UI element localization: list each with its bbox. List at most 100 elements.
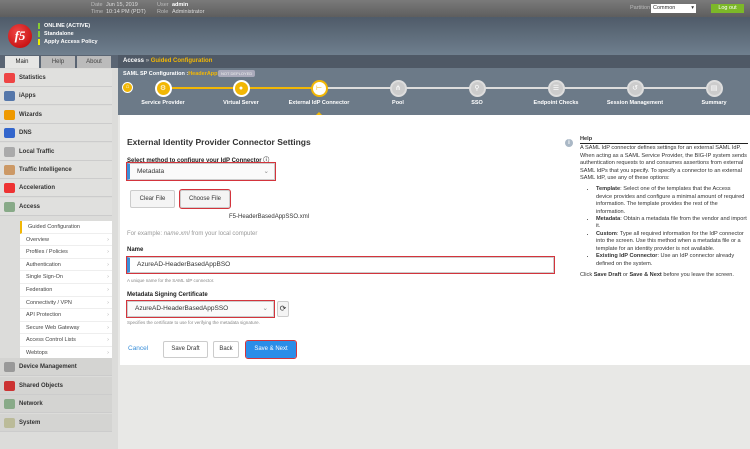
step-external-idp-connector-icon[interactable]: ⊢ (310, 80, 328, 97)
sidebar-item-shared-objects[interactable]: Shared Objects (0, 376, 112, 395)
name-label: Name (127, 247, 144, 253)
sidebar-item-iapps[interactable]: iApps (0, 87, 112, 106)
f5-logo: f5 (8, 24, 32, 48)
step-session-management-icon[interactable]: ↺ (626, 80, 644, 97)
sidebar-item-statistics[interactable]: Statistics (0, 69, 112, 87)
chevron-right-icon: › (107, 236, 109, 243)
cancel-link[interactable]: Cancel (128, 345, 148, 352)
subitem-label: Federation (26, 287, 53, 293)
choose-file-button[interactable]: Choose File (179, 189, 231, 209)
sidebar-item-label: Wizards (19, 111, 42, 118)
step-label[interactable]: Service Provider (123, 100, 203, 106)
sidebar-item-label: Access (19, 203, 41, 210)
file-example-hint: For example: name.xml from your local co… (127, 231, 257, 237)
chevron-right-icon: › (107, 249, 109, 256)
hint-prefix: For example: (127, 231, 164, 237)
sidebar-item-system[interactable]: System (0, 413, 112, 432)
sidebar-item-traffic-intelligence[interactable]: Traffic Intelligence (0, 161, 112, 179)
help-option-term: Existing IdP Connector (596, 253, 658, 260)
banner (0, 17, 750, 55)
method-value: Metadata (137, 168, 165, 175)
subitem-label: Guided Configuration (28, 224, 80, 230)
help-option-term: Template (596, 186, 621, 193)
sidebar-item-network[interactable]: Network (0, 395, 112, 413)
help-save-next: Save & Next (629, 271, 662, 278)
sidebar-item-acceleration[interactable]: Acceleration (0, 179, 112, 198)
access-subitem-federation[interactable]: Federation › (20, 284, 112, 297)
access-subitem-profiles-policies[interactable]: Profiles / Policies › (20, 246, 112, 259)
chevron-right-icon: › (107, 274, 109, 281)
step-endpoint-checks-icon[interactable]: ☰ (547, 80, 565, 97)
subitem-label: Profiles / Policies (26, 249, 68, 256)
help-intro: A SAML IdP connector defines settings fo… (580, 145, 747, 182)
step-label[interactable]: Pool (358, 100, 438, 106)
step-label[interactable]: Session Management (595, 100, 675, 106)
save-draft-button[interactable]: Save Draft (163, 341, 208, 358)
role-value: Administrator (172, 9, 205, 15)
access-subitem-access-control-lists[interactable]: Access Control Lists › (20, 334, 112, 347)
step-virtual-server-icon[interactable]: ● (232, 80, 250, 97)
home-icon[interactable]: ⌂ (122, 82, 133, 93)
sidebar-item-dns[interactable]: DNS (0, 124, 112, 143)
step-sso-icon[interactable]: ⚲ (468, 80, 486, 97)
sidebar-item-local-traffic[interactable]: Local Traffic (0, 142, 112, 161)
step-label[interactable]: Summary (674, 100, 750, 106)
sidebar-item-device-management[interactable]: Device Management (0, 358, 112, 376)
subitem-label: Secure Web Gateway (26, 324, 80, 331)
step-summary-icon[interactable]: ▤ (705, 80, 723, 97)
sidebar-item-label: iApps (19, 93, 36, 100)
partition-select[interactable]: Common ▾ (651, 4, 696, 13)
status-apply-policy[interactable]: Apply Access Policy (38, 39, 98, 45)
deployment-badge: NOT DEPLOYED (218, 70, 256, 77)
time-value: 10:14 PM (PDT) (106, 9, 146, 15)
logout-button[interactable]: Log out (711, 4, 744, 13)
breadcrumb: Access » Guided Configuration (118, 55, 750, 68)
user-value: admin (172, 2, 189, 8)
help-option: Template: Select one of the templates th… (596, 186, 748, 216)
name-input[interactable]: AzureAD-HeaderBasedAppBSO (126, 256, 555, 274)
step-pool-icon[interactable]: ⋔ (389, 80, 407, 97)
subitem-label: Connectivity / VPN (26, 299, 72, 306)
cert-value: AzureAD-HeaderBasedAppSSO (135, 305, 229, 312)
subitem-label: Authentication (26, 261, 61, 268)
nav-icon (4, 165, 15, 175)
sidebar-item-label: DNS (19, 130, 32, 137)
tab-about[interactable]: About (77, 56, 111, 68)
breadcrumb-root[interactable]: Access (123, 58, 144, 64)
access-subitem-api-protection[interactable]: API Protection › (20, 309, 112, 322)
access-subitem-authentication[interactable]: Authentication › (20, 258, 112, 272)
step-label[interactable]: Endpoint Checks (516, 100, 596, 106)
access-subitem-guided-configuration[interactable]: Guided Configuration (20, 221, 112, 234)
breadcrumb-current: Guided Configuration (150, 58, 213, 64)
nav-icon (4, 362, 15, 372)
sidebar-item-wizards[interactable]: Wizards (0, 105, 112, 124)
progress-line-todo (323, 87, 716, 89)
nav-icon (4, 91, 15, 102)
step-label[interactable]: Virtual Server (201, 100, 281, 106)
step-label[interactable]: External IdP Connector (279, 100, 359, 106)
clear-file-button[interactable]: Clear File (130, 190, 175, 208)
help-option-term: Custom (596, 230, 617, 237)
save-next-button[interactable]: Save & Next (245, 340, 297, 359)
access-subitem-overview[interactable]: Overview › (20, 233, 112, 247)
chevron-right-icon: › (107, 324, 109, 331)
cert-select[interactable]: AzureAD-HeaderBasedAppSSO ⌄ (126, 300, 275, 318)
help-title: Help (580, 136, 748, 145)
access-subitem-secure-web-gateway[interactable]: Secure Web Gateway › (20, 321, 112, 335)
tab-main[interactable]: Main (5, 56, 39, 68)
back-button[interactable]: Back (213, 341, 239, 358)
step-service-provider-icon[interactable]: ⚙ (154, 80, 172, 97)
chevron-right-icon: › (107, 312, 109, 319)
help-option-text: : Type all required information for the … (596, 230, 744, 252)
tab-help[interactable]: Help (41, 56, 75, 68)
date-label: Date (91, 2, 103, 8)
access-subitem-single-sign-on[interactable]: Single Sign-On › (20, 271, 112, 284)
method-select[interactable]: Metadata ⌄ (126, 162, 276, 181)
sidebar-item-label: Traffic Intelligence (19, 167, 72, 173)
config-title: SAML SP Configuration :HeaderAppSSO (123, 71, 229, 77)
dropdown-arrow-icon: ▾ (691, 5, 694, 11)
sidebar-item-access[interactable]: Access (0, 197, 112, 216)
step-label[interactable]: SSO (437, 100, 517, 106)
access-subitem-connectivity-vpn[interactable]: Connectivity / VPN › (20, 296, 112, 310)
refresh-icon[interactable]: ⟳ (277, 301, 289, 317)
